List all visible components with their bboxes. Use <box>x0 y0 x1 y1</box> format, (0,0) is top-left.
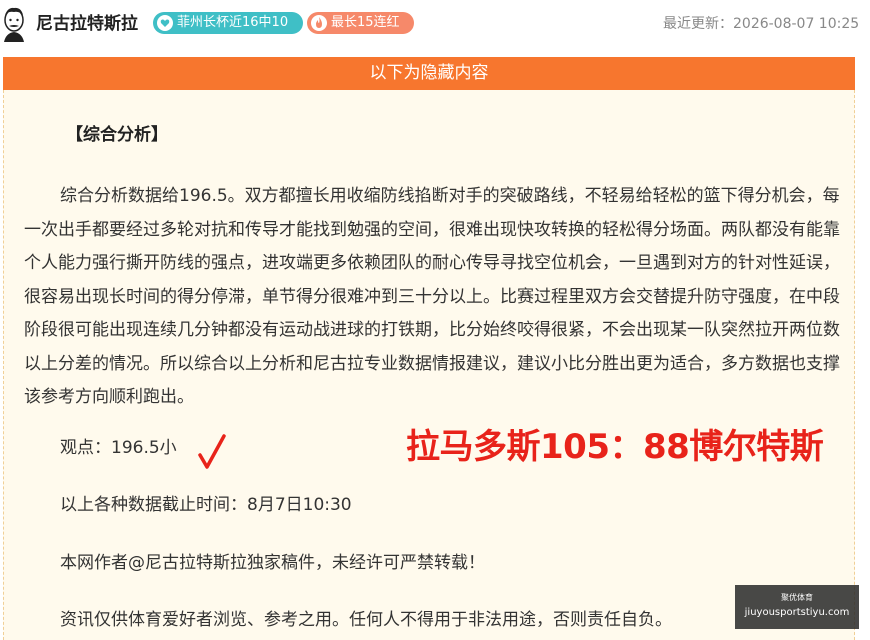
check-mark-icon <box>198 434 226 469</box>
viewpoint-text: 观点：196.5小 <box>60 438 177 458</box>
streak-badge-label: 菲州长杯近16中10 <box>177 15 289 30</box>
analysis-paragraph: 综合分析数据给196.5。双方都擅长用收缩防线掐断对手的突破路线，不轻易给轻松的… <box>24 186 840 407</box>
heart-icon <box>157 15 173 31</box>
longest-streak-badge-label: 最长15连红 <box>331 15 400 30</box>
match-result: 拉马多斯105：88博尔特斯 <box>406 427 824 467</box>
disclaimer-text: 资讯仅供体育爱好者浏览、参考之用。任何人不得用于非法用途，否则责任自负。 <box>60 610 672 630</box>
analysis-heading: 【综合分析】 <box>66 125 168 145</box>
last-updated: 最近更新：2026-08-07 10:25 <box>663 16 860 32</box>
watermark-brand: 聚优体育 <box>781 593 813 602</box>
copyright-notice: 本网作者@尼古拉特斯拉独家稿件，未经许可严禁转载！ <box>60 553 485 573</box>
watermark-site: jiuyousportstiyu.com <box>744 607 850 618</box>
author-avatar[interactable] <box>0 6 28 42</box>
longest-streak-badge: 最长15连红 <box>307 12 414 34</box>
data-cutoff-text: 以上各种数据截止时间：8月7日10:30 <box>60 495 352 515</box>
site-watermark: 聚优体育 jiuyousportstiyu.com <box>735 585 859 629</box>
streak-badge: 菲州长杯近16中10 <box>153 12 303 34</box>
flame-icon <box>311 15 327 31</box>
author-header: 尼古拉特斯拉 菲州长杯近16中10 最长15连红 最近更新：2026-08-07… <box>0 0 870 48</box>
author-name[interactable]: 尼古拉特斯拉 <box>36 12 138 36</box>
hidden-content-banner: 以下为隐藏内容 <box>3 57 855 90</box>
